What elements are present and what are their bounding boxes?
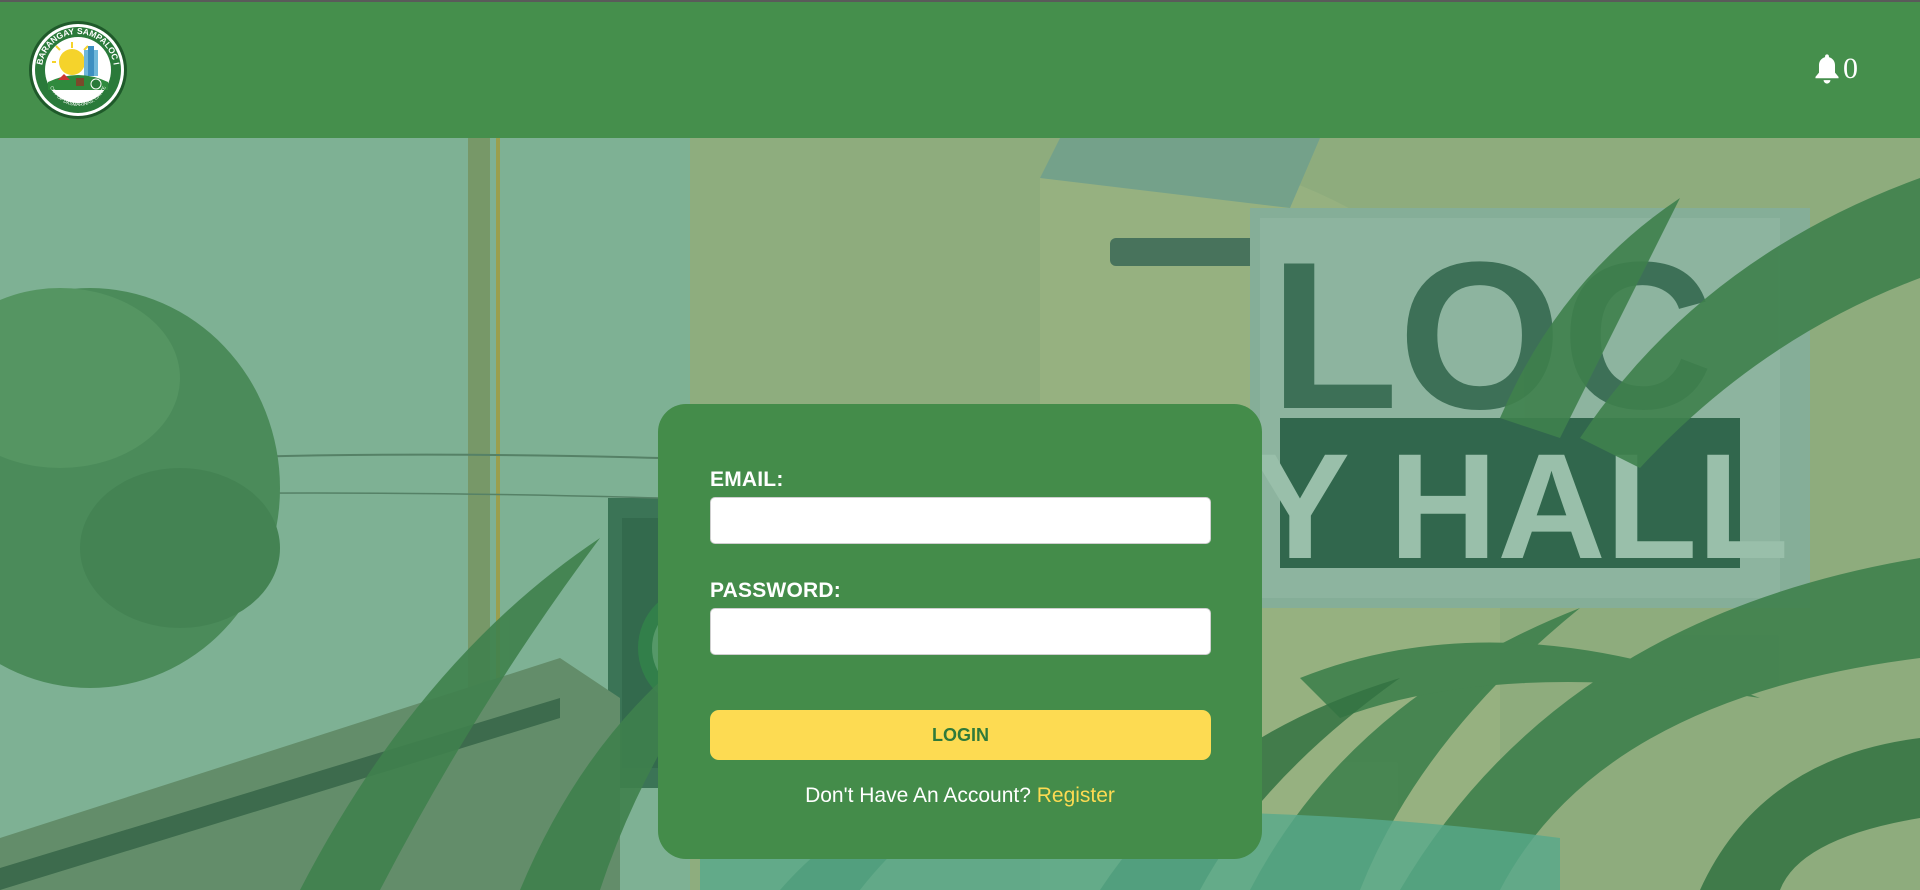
password-label: PASSWORD: xyxy=(710,579,841,602)
barangay-logo[interactable]: BARANGAY SAMPALOC I CITY OF DASMARIÑAS, … xyxy=(28,20,128,120)
top-navbar: BARANGAY SAMPALOC I CITY OF DASMARIÑAS, … xyxy=(0,0,1920,138)
login-card: EMAIL: PASSWORD: LOGIN Don't Have An Acc… xyxy=(658,404,1262,859)
background-photo: LOC Y HALL EMAIL: PASSWORD: LOGIN Don't … xyxy=(0,138,1920,890)
register-row: Don't Have An Account? Register xyxy=(658,784,1262,808)
password-field[interactable] xyxy=(710,608,1211,655)
notifications-button[interactable]: 0 xyxy=(1812,52,1858,86)
bell-icon xyxy=(1815,54,1839,84)
register-prompt: Don't Have An Account? xyxy=(805,784,1037,807)
register-link[interactable]: Register xyxy=(1037,784,1115,807)
login-button[interactable]: LOGIN xyxy=(710,710,1211,760)
notification-count: 0 xyxy=(1843,52,1858,85)
email-label: EMAIL: xyxy=(710,468,784,491)
email-field[interactable] xyxy=(710,497,1211,544)
